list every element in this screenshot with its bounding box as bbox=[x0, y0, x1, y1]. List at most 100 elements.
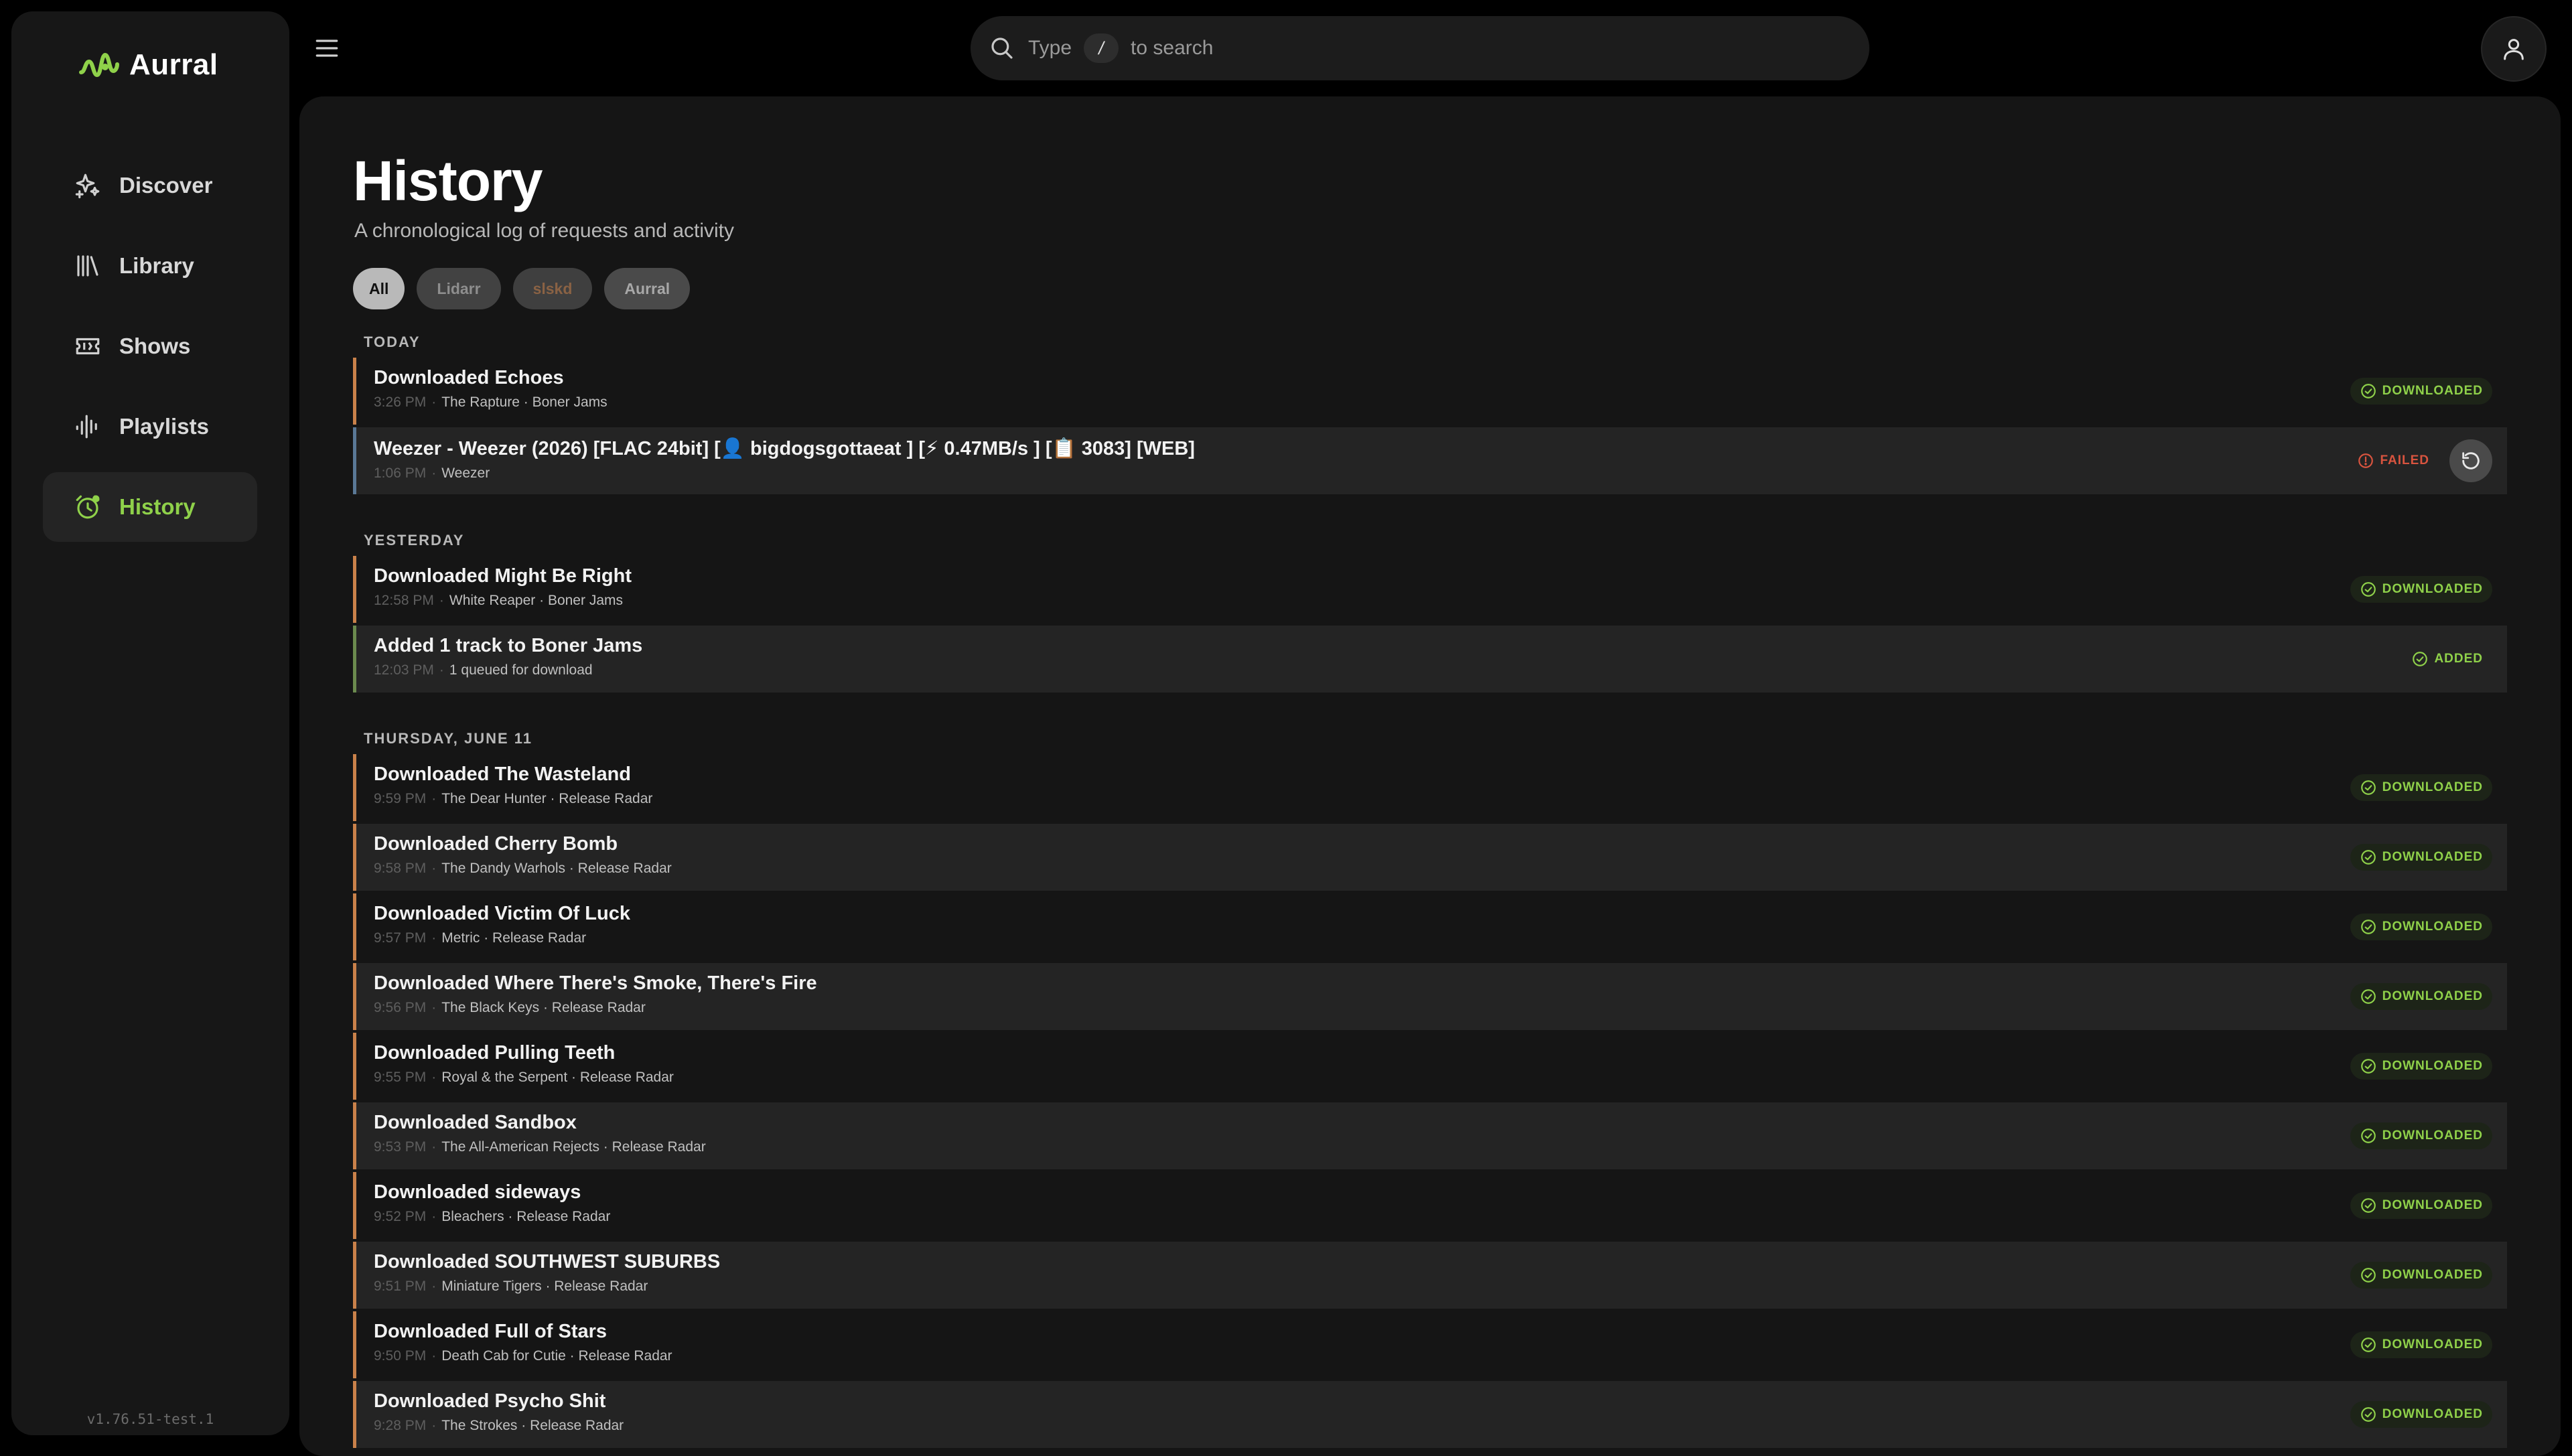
search-shortcut-key: / bbox=[1084, 33, 1119, 63]
row-time: 9:55 PM bbox=[374, 1070, 427, 1085]
row-text: Added 1 track to Boner Jams 12:03 PM · 1 qu… bbox=[374, 635, 642, 678]
history-row[interactable]: Downloaded sideways 9:52 PM · Bleachers · R… bbox=[353, 1172, 2507, 1239]
history-row[interactable]: Downloaded The Wasteland 9:59 PM · The Dear… bbox=[353, 754, 2507, 821]
row-details: Weezer bbox=[441, 465, 490, 481]
filter-all[interactable]: All bbox=[353, 268, 405, 309]
status-badge: DOWNLOADED bbox=[2350, 844, 2492, 871]
row-title: Downloaded Full of Stars bbox=[374, 1321, 608, 1342]
row-details: The Rapture · Boner Jams bbox=[441, 394, 608, 410]
search-bar[interactable]: Type / to search bbox=[971, 16, 1869, 80]
check-circle-icon bbox=[2360, 1129, 2376, 1143]
retry-icon bbox=[2462, 452, 2480, 469]
row-text: Downloaded Where There's Smoke, There's … bbox=[374, 972, 817, 1016]
status-label: DOWNLOADED bbox=[2382, 780, 2483, 794]
aurral-logo-icon bbox=[79, 53, 119, 77]
row-details: Bleachers · Release Radar bbox=[441, 1209, 611, 1224]
row-text: Downloaded The Wasteland 9:59 PM · The Dear… bbox=[374, 763, 652, 807]
history-row[interactable]: Downloaded Victim Of Luck 9:57 PM · Metric … bbox=[353, 893, 2507, 960]
status-label: DOWNLOADED bbox=[2382, 920, 2483, 934]
filter-aurral[interactable]: Aurral bbox=[604, 268, 691, 309]
search-placeholder-prefix: Type bbox=[1028, 37, 1072, 59]
status-badge: DOWNLOADED bbox=[2350, 983, 2492, 1010]
app-logo[interactable]: Aurral bbox=[78, 45, 218, 85]
row-title: Added 1 track to Boner Jams bbox=[374, 635, 643, 656]
row-title: Downloaded Pulling Teeth bbox=[374, 1042, 616, 1064]
sidebar-item-label: Playlists bbox=[119, 414, 209, 439]
history-row[interactable]: Downloaded SOUTHWEST SUBURBS 9:51 PM · Mini… bbox=[353, 1242, 2507, 1309]
row-meta: 9:53 PM · The All-American Rejects · Relea… bbox=[374, 1139, 706, 1155]
row-title: Downloaded Victim Of Luck bbox=[374, 903, 630, 924]
check-circle-icon bbox=[2360, 1059, 2376, 1074]
row-time: 9:56 PM bbox=[374, 1000, 427, 1015]
row-meta: 9:58 PM · The Dandy Warhols · Release Rada… bbox=[374, 861, 672, 877]
section-label: THURSDAY, JUNE 11 bbox=[364, 730, 533, 747]
row-details: 1 queued for download bbox=[449, 662, 593, 678]
filter-slskd[interactable]: slskd bbox=[512, 268, 593, 309]
main-panel: History A chronological log of requests … bbox=[299, 96, 2561, 1456]
status-label: DOWNLOADED bbox=[2382, 1337, 2483, 1352]
meta-separator: · bbox=[431, 1348, 437, 1364]
row-details: The All-American Rejects · Release Radar bbox=[441, 1139, 706, 1155]
sidebar-item-discover[interactable]: Discover bbox=[43, 151, 257, 220]
sidebar-item-shows[interactable]: Shows bbox=[43, 311, 257, 381]
history-row[interactable]: Downloaded Echoes 3:26 PM · The Rapture · B… bbox=[353, 358, 2507, 425]
check-circle-icon bbox=[2360, 1337, 2376, 1352]
history-row[interactable]: Added 1 track to Boner Jams 12:03 PM · 1 qu… bbox=[353, 626, 2507, 693]
row-meta: 9:50 PM · Death Cab for Cutie · Release Ra… bbox=[374, 1348, 672, 1364]
ticket-icon bbox=[76, 338, 100, 355]
row-details: Death Cab for Cutie · Release Radar bbox=[441, 1348, 672, 1364]
meta-separator: · bbox=[431, 1418, 437, 1433]
history-list: TODAY Downloaded Echoes 3:26 PM · The Raptur… bbox=[353, 327, 2507, 1451]
meta-separator: · bbox=[431, 1279, 437, 1294]
check-circle-icon bbox=[2360, 850, 2376, 865]
row-time: 12:58 PM bbox=[374, 593, 434, 608]
meta-separator: · bbox=[431, 1139, 437, 1155]
sidebar-nav: Discover Library Shows Playlists History bbox=[43, 151, 257, 553]
filter-lidarr[interactable]: Lidarr bbox=[417, 268, 501, 309]
status-badge: DOWNLOADED bbox=[2350, 1192, 2492, 1219]
check-circle-icon bbox=[2360, 780, 2376, 795]
history-row[interactable]: Weezer - Weezer (2026) [FLAC 24bit] [👤 b… bbox=[353, 427, 2507, 494]
status-label: DOWNLOADED bbox=[2382, 384, 2483, 398]
status-label: DOWNLOADED bbox=[2382, 1268, 2483, 1282]
row-time: 3:26 PM bbox=[374, 394, 427, 410]
row-title: Downloaded Sandbox bbox=[374, 1112, 577, 1133]
row-meta: 9:57 PM · Metric · Release Radar bbox=[374, 930, 630, 946]
status-label: DOWNLOADED bbox=[2382, 850, 2483, 864]
hamburger-menu-icon[interactable] bbox=[312, 33, 342, 63]
row-text: Downloaded Victim Of Luck 9:57 PM · Metric … bbox=[374, 903, 630, 946]
history-row[interactable]: Downloaded Pulling Teeth 9:55 PM · Royal & … bbox=[353, 1033, 2507, 1100]
status-label: ADDED bbox=[2434, 652, 2483, 666]
status-label: DOWNLOADED bbox=[2382, 1129, 2483, 1143]
history-row[interactable]: Downloaded Full of Stars 9:50 PM · Death Ca… bbox=[353, 1311, 2507, 1378]
sidebar-item-playlists[interactable]: Playlists bbox=[43, 392, 257, 461]
retry-button[interactable] bbox=[2449, 439, 2492, 482]
section-label: TODAY bbox=[364, 334, 421, 350]
check-circle-icon bbox=[2360, 1407, 2376, 1422]
search-icon bbox=[991, 38, 1013, 59]
history-row[interactable]: Downloaded Psycho Shit 9:28 PM · The Stroke… bbox=[353, 1381, 2507, 1448]
library-icon bbox=[77, 255, 98, 277]
user-account-button[interactable] bbox=[2481, 16, 2547, 82]
sidebar-item-history[interactable]: History bbox=[43, 472, 257, 542]
meta-separator: · bbox=[431, 394, 437, 410]
row-meta: 9:28 PM · The Strokes · Release Radar bbox=[374, 1418, 624, 1434]
row-time: 9:28 PM bbox=[374, 1418, 427, 1433]
meta-separator: · bbox=[439, 593, 444, 608]
history-row[interactable]: Downloaded Might Be Right 12:58 PM · White … bbox=[353, 556, 2507, 623]
history-row[interactable]: Downloaded Cherry Bomb 9:58 PM · The Dandy … bbox=[353, 824, 2507, 891]
history-row[interactable]: Downloaded Where There's Smoke, There's … bbox=[353, 963, 2507, 1030]
source-filters: All Lidarr slskd Aurral bbox=[353, 268, 691, 309]
sidebar-item-label: Shows bbox=[119, 334, 191, 358]
row-time: 9:51 PM bbox=[374, 1279, 427, 1294]
row-time: 9:59 PM bbox=[374, 791, 427, 806]
history-row[interactable]: Downloaded Sandbox 9:53 PM · The All-Americ… bbox=[353, 1102, 2507, 1169]
meta-separator: · bbox=[431, 1070, 437, 1085]
check-circle-icon bbox=[2360, 1198, 2376, 1213]
sidebar-item-library[interactable]: Library bbox=[43, 231, 257, 301]
row-text: Downloaded Cherry Bomb 9:58 PM · The Dandy … bbox=[374, 833, 672, 877]
row-time: 9:58 PM bbox=[374, 861, 427, 876]
row-text: Downloaded Pulling Teeth 9:55 PM · Royal & … bbox=[374, 1042, 674, 1086]
row-text: Downloaded Full of Stars 9:50 PM · Death Ca… bbox=[374, 1321, 672, 1364]
meta-separator: · bbox=[431, 861, 437, 876]
